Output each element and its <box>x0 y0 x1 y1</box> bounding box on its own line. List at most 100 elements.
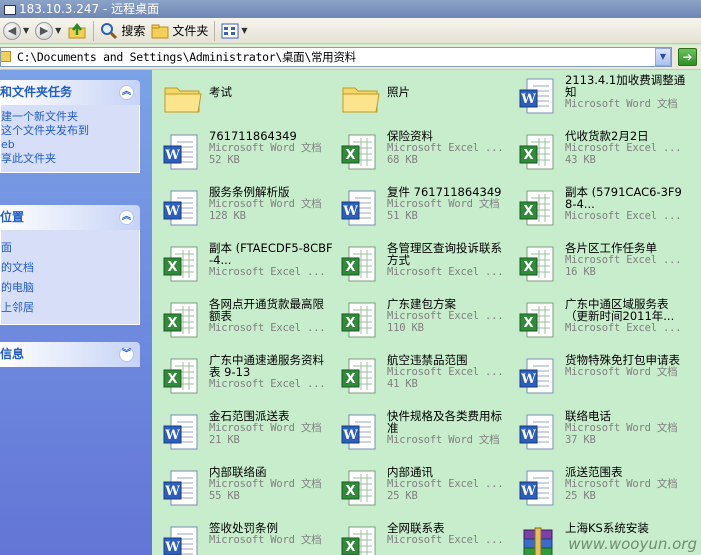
svg-text:W: W <box>520 484 536 499</box>
file-item[interactable]: W 金石范围派送表 Microsoft Word 文档 21 KB <box>155 406 331 462</box>
folders-button[interactable]: 文件夹 <box>148 20 211 42</box>
file-type: Microsoft Word 文档 <box>387 198 500 210</box>
file-text: 761711864349 Microsoft Word 文档 52 KB <box>209 130 333 166</box>
svg-text:W: W <box>164 148 180 163</box>
file-size: 68 KB <box>387 154 418 166</box>
file-type: Microsoft Excel ... <box>565 254 682 266</box>
word-document-icon: W <box>159 524 205 555</box>
file-type: Microsoft Word 文档 <box>209 534 322 546</box>
file-item[interactable]: X 副本 (FTAECDF5-8CBF-4... Microsoft Excel .… <box>155 238 333 294</box>
place-my-documents[interactable]: 的文档 <box>1 258 139 278</box>
file-text: 保险资料 Microsoft Excel ... 68 KB <box>387 130 511 166</box>
file-text: 复件 761711864349 Microsoft Word 文档 51 KB <box>387 186 511 222</box>
search-button[interactable]: 搜索 <box>97 20 148 42</box>
file-size: 110 KB <box>387 322 424 334</box>
word-document-icon: W <box>159 468 205 510</box>
chevron-down-icon: ▼ <box>659 52 667 61</box>
file-type: Microsoft Word 文档 <box>209 198 322 210</box>
file-type: Microsoft Word 文档 <box>209 478 322 490</box>
file-folder-tasks-panel: 和文件夹任务 ︽ 建一个新文件夹 这个文件夹发布到 eb 享此文件夹 <box>0 80 140 173</box>
file-text: 各片区工作任务单 Microsoft Excel ... 16 KB <box>565 242 689 278</box>
svg-text:X: X <box>345 316 355 331</box>
excel-document-icon: X <box>337 244 383 286</box>
place-network[interactable]: 上邻居 <box>1 298 139 318</box>
file-item[interactable]: W 内部联络函 Microsoft Word 文档 55 KB <box>155 462 331 518</box>
rar-archive-icon <box>515 524 561 555</box>
file-size: 41 KB <box>387 378 418 390</box>
place-desktop[interactable]: 面 <box>1 238 139 258</box>
task-new-folder[interactable]: 建一个新文件夹 <box>1 110 139 124</box>
file-item[interactable]: X 广东中通区域服务表（更新时间2011年... Microsoft Excel .… <box>511 294 687 350</box>
file-view: 考试 照片 W 2113.4.1加收费调整通知 Microsoft Word 文档 W 76… <box>152 70 701 555</box>
toolbar-separator <box>93 20 95 41</box>
file-name: 代收货款2月2日 <box>565 130 649 142</box>
up-folder-button[interactable] <box>64 20 90 42</box>
panel-header[interactable]: 位置 ︽ <box>0 205 140 230</box>
file-item[interactable]: W 2113.4.1加收费调整通知 Microsoft Word 文档 <box>511 70 687 126</box>
address-dropdown-button[interactable]: ▼ <box>655 48 671 66</box>
back-button[interactable]: ◀ ▼ <box>0 20 32 42</box>
svg-text:W: W <box>520 428 536 443</box>
file-type: Microsoft Word 文档 <box>565 366 678 378</box>
file-item[interactable]: W 761711864349 Microsoft Word 文档 52 KB <box>155 126 331 182</box>
toolbar: ◀ ▼ ▶ ▼ 搜索 文件夹 ▼ <box>0 18 701 44</box>
file-item[interactable]: X 广东建包方案 Microsoft Excel ... 110 KB <box>333 294 509 350</box>
collapse-icon[interactable]: ︽ <box>119 85 134 100</box>
expand-icon[interactable]: ︾ <box>119 347 134 362</box>
file-item[interactable]: X 副本 (5791CAC6-3F98-4... Microsoft Excel .… <box>511 182 687 238</box>
file-type: Microsoft Word 文档 <box>387 434 500 446</box>
file-item[interactable]: W 货物特殊免打包申请表 Microsoft Word 文档 <box>511 350 687 406</box>
task-share-folder[interactable]: 享此文件夹 <box>1 152 139 166</box>
file-name: 各网点开通货款最高限额表 <box>209 298 324 322</box>
file-item[interactable]: X 各网点开通货款最高限额表 Microsoft Excel ... <box>155 294 331 350</box>
file-item[interactable]: X 内部通讯 Microsoft Excel ... 25 KB <box>333 462 509 518</box>
panel-header[interactable]: 和文件夹任务 ︽ <box>0 80 140 105</box>
place-my-computer[interactable]: 的电脑 <box>1 278 139 298</box>
file-size: 25 KB <box>565 490 596 502</box>
file-item[interactable]: X 广东中通速递服务资料表 9-13 Microsoft Excel ... <box>155 350 331 406</box>
file-text: 各网点开通货款最高限额表 Microsoft Excel ... <box>209 298 333 334</box>
file-item[interactable]: X 代收货款2月2日 Microsoft Excel ... 43 KB <box>511 126 687 182</box>
task-publish-folder-cont[interactable]: eb <box>1 138 139 152</box>
views-button[interactable]: ▼ <box>218 20 250 42</box>
panel-title: 信息 <box>0 347 25 361</box>
other-places-panel: 位置 ︽ 面 的文档 的电脑 上邻居 <box>0 205 140 325</box>
task-publish-folder[interactable]: 这个文件夹发布到 <box>1 124 139 138</box>
file-item[interactable]: W 服务条例解析版 Microsoft Word 文档 128 KB <box>155 182 331 238</box>
file-type: Microsoft Word 文档 <box>565 422 678 434</box>
folder-item[interactable]: 考试 <box>155 70 331 126</box>
file-item[interactable]: X 保险资料 Microsoft Excel ... 68 KB <box>333 126 509 182</box>
file-text: 金石范围派送表 Microsoft Word 文档 21 KB <box>209 410 333 446</box>
file-item[interactable]: W 联络电话 Microsoft Word 文档 37 KB <box>511 406 687 462</box>
excel-document-icon: X <box>515 300 561 342</box>
forward-button[interactable]: ▶ ▼ <box>32 20 64 42</box>
file-item[interactable]: W 派送范围表 Microsoft Word 文档 25 KB <box>511 462 687 518</box>
file-type: Microsoft Word 文档 <box>565 478 678 490</box>
panel-header[interactable]: 信息 ︾ <box>0 342 140 367</box>
file-item[interactable]: W 快件规格及各类费用标准 Microsoft Word 文档 <box>333 406 509 462</box>
file-name: 内部通讯 <box>387 466 433 478</box>
file-item[interactable]: X 各片区工作任务单 Microsoft Excel ... 16 KB <box>511 238 687 294</box>
details-panel: 信息 ︾ <box>0 342 140 367</box>
file-name: 快件规格及各类费用标准 <box>387 410 502 434</box>
excel-document-icon: X <box>337 300 383 342</box>
chevron-down-icon: ▼ <box>55 26 62 35</box>
folder-item[interactable]: 照片 <box>333 70 509 126</box>
file-name: 保险资料 <box>387 130 433 142</box>
file-name: 广东建包方案 <box>387 298 456 310</box>
svg-text:W: W <box>164 540 180 555</box>
file-item[interactable]: W 签收处罚条例 Microsoft Word 文档 <box>155 518 331 555</box>
excel-document-icon: X <box>515 132 561 174</box>
file-text: 各管理区查询投诉联系方式 Microsoft Excel ... <box>387 242 511 278</box>
file-item[interactable]: X 全网联系表 Microsoft Excel ... <box>333 518 509 555</box>
collapse-icon[interactable]: ︽ <box>119 210 134 225</box>
file-item[interactable]: X 航空违禁品范围 Microsoft Excel ... 41 KB <box>333 350 509 406</box>
go-button[interactable]: ➜ <box>678 48 697 66</box>
file-text: 考试 <box>209 86 333 98</box>
file-item[interactable]: X 各管理区查询投诉联系方式 Microsoft Excel ... <box>333 238 509 294</box>
folder-icon <box>159 76 205 118</box>
search-icon <box>101 22 118 39</box>
file-text: 联络电话 Microsoft Word 文档 37 KB <box>565 410 689 446</box>
address-input[interactable]: C:\Documents and Settings\Administrator\… <box>0 47 672 67</box>
file-item[interactable]: W 复件 761711864349 Microsoft Word 文档 51 KB <box>333 182 509 238</box>
